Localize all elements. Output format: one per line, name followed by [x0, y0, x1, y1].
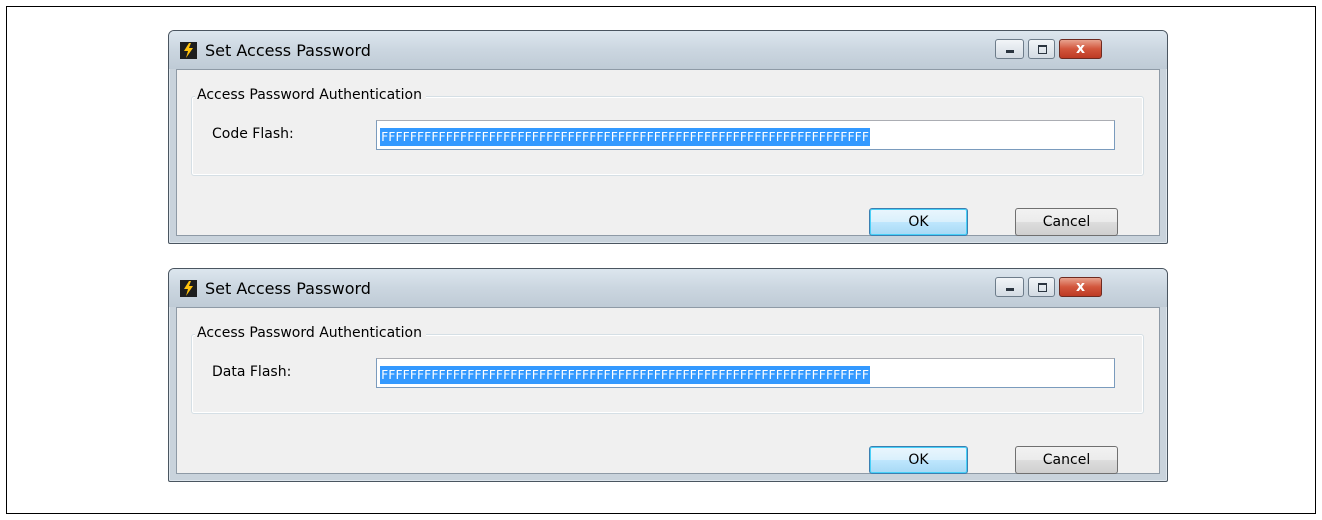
ok-button[interactable]: OK — [869, 446, 968, 474]
maximize-icon — [1038, 45, 1047, 54]
minimize-icon — [1006, 50, 1014, 53]
set-access-password-dialog-code-flash: Set Access Password x Access Password Au… — [168, 30, 1168, 244]
app-icon — [180, 280, 197, 297]
data-flash-label: Data Flash: — [212, 364, 292, 380]
code-flash-input[interactable]: FFFFFFFFFFFFFFFFFFFFFFFFFFFFFFFFFFFFFFFF… — [376, 120, 1115, 150]
minimize-button[interactable] — [995, 277, 1024, 297]
minimize-icon — [1006, 288, 1014, 291]
title-bar[interactable]: Set Access Password x — [169, 31, 1167, 69]
dialog-body: Access Password Authentication Data Flas… — [176, 307, 1160, 474]
code-flash-value: FFFFFFFFFFFFFFFFFFFFFFFFFFFFFFFFFFFFFFFF… — [380, 128, 870, 146]
maximize-icon — [1038, 283, 1047, 292]
minimize-button[interactable] — [995, 39, 1024, 59]
close-button[interactable]: x — [1059, 277, 1102, 297]
close-icon: x — [1075, 41, 1086, 57]
window-title: Set Access Password — [205, 279, 371, 298]
group-label: Access Password Authentication — [195, 325, 426, 341]
title-bar[interactable]: Set Access Password x — [169, 269, 1167, 307]
cancel-button[interactable]: Cancel — [1015, 446, 1118, 474]
code-flash-label: Code Flash: — [212, 126, 294, 142]
close-button[interactable]: x — [1059, 39, 1102, 59]
ok-button[interactable]: OK — [869, 208, 968, 236]
set-access-password-dialog-data-flash: Set Access Password x Access Password Au… — [168, 268, 1168, 482]
maximize-button[interactable] — [1028, 277, 1055, 297]
close-icon: x — [1075, 279, 1086, 295]
data-flash-value: FFFFFFFFFFFFFFFFFFFFFFFFFFFFFFFFFFFFFFFF… — [380, 366, 870, 384]
group-label: Access Password Authentication — [195, 87, 426, 103]
window-title: Set Access Password — [205, 41, 371, 60]
data-flash-input[interactable]: FFFFFFFFFFFFFFFFFFFFFFFFFFFFFFFFFFFFFFFF… — [376, 358, 1115, 388]
dialog-body: Access Password Authentication Code Flas… — [176, 69, 1160, 236]
cancel-button[interactable]: Cancel — [1015, 208, 1118, 236]
app-icon — [180, 42, 197, 59]
maximize-button[interactable] — [1028, 39, 1055, 59]
